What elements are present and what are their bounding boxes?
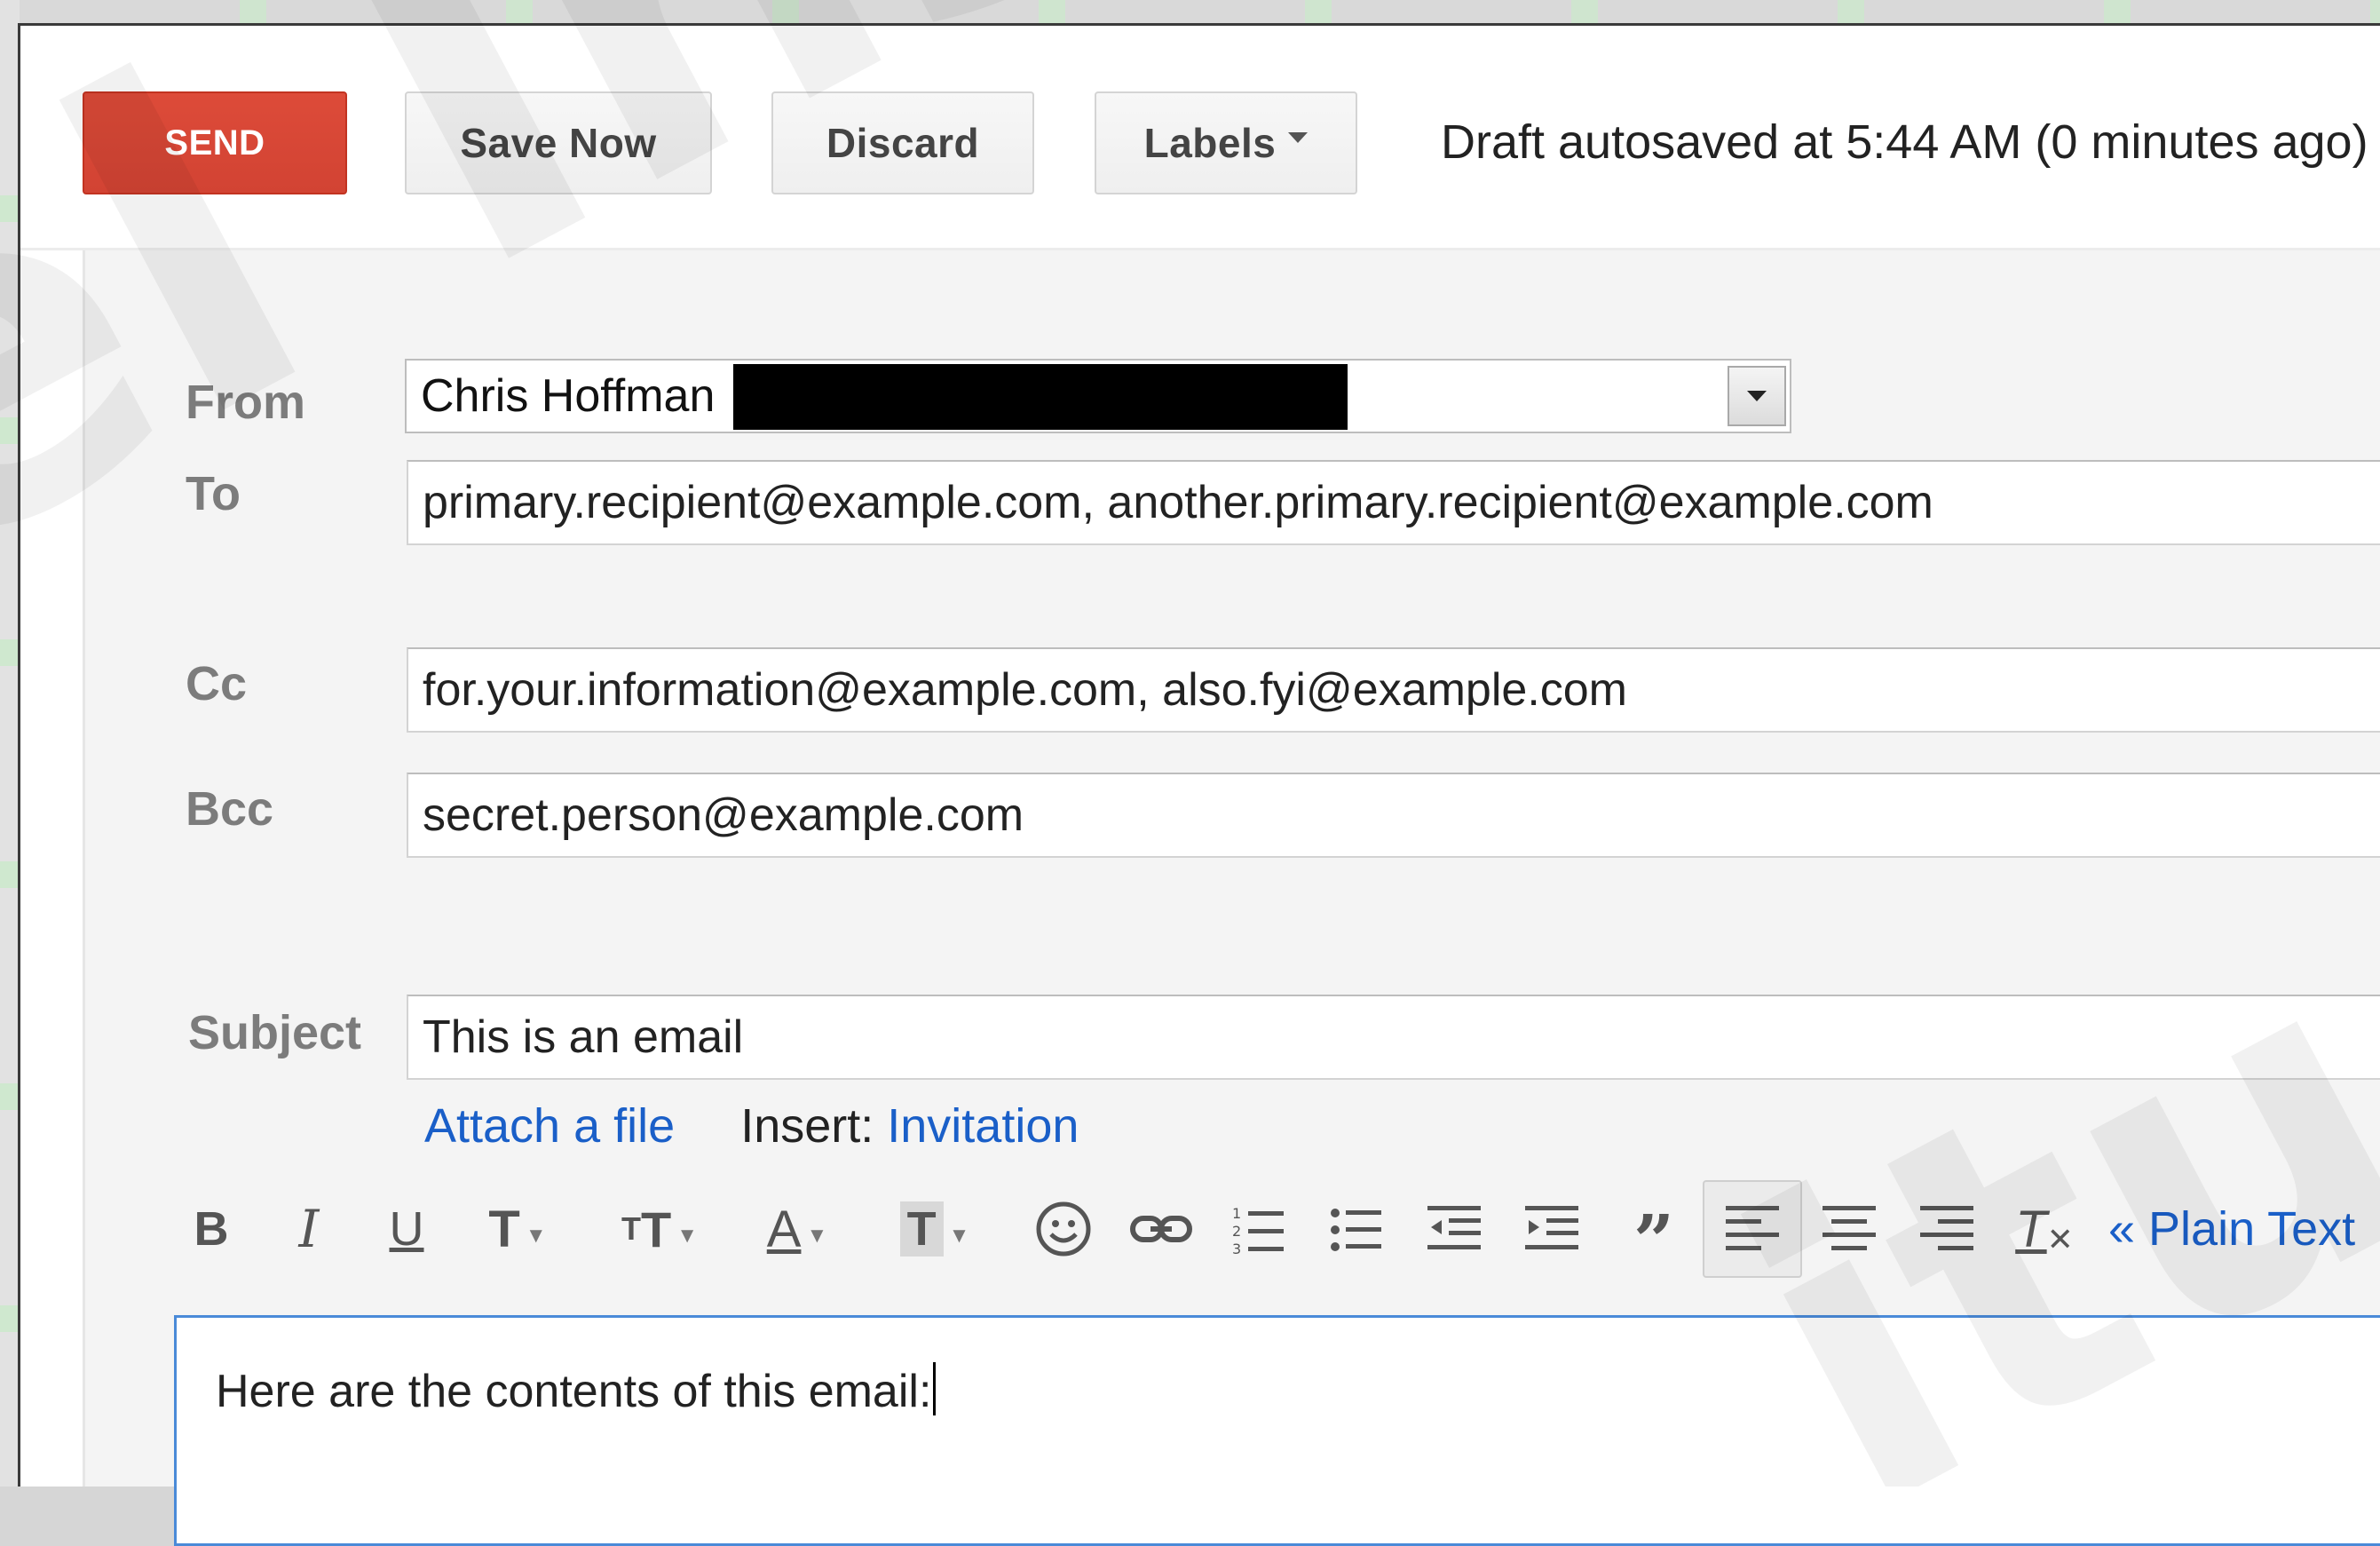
plain-text-link[interactable]: « Plain Text xyxy=(2108,1201,2355,1257)
labels-button[interactable]: Labels xyxy=(1095,91,1357,194)
cc-label: Cc xyxy=(186,657,248,710)
bold-icon[interactable]: B xyxy=(171,1180,251,1278)
send-button[interactable]: SEND xyxy=(83,91,347,194)
compose-toolbar: SEND Save Now Discard Labels Draft autos… xyxy=(20,26,2380,250)
save-now-button[interactable]: Save Now xyxy=(405,91,712,194)
message-body-text: Here are the contents of this email: xyxy=(216,1362,937,1418)
from-select[interactable]: Chris Hoffman xyxy=(405,359,1791,433)
align-center-icon[interactable] xyxy=(1809,1180,1889,1278)
italic-icon[interactable]: I xyxy=(269,1180,349,1278)
insert-label: Insert: xyxy=(740,1099,874,1153)
text-cursor xyxy=(933,1362,937,1415)
attach-file-link[interactable]: Attach a file xyxy=(424,1099,675,1153)
indent-more-icon[interactable] xyxy=(1512,1180,1592,1278)
to-label: To xyxy=(186,467,241,520)
font-size-icon[interactable]: T T ▼ xyxy=(606,1180,713,1278)
svg-text:3: 3 xyxy=(1232,1241,1241,1256)
emoji-icon[interactable] xyxy=(1024,1180,1103,1278)
svg-text:1: 1 xyxy=(1232,1205,1241,1222)
font-icon[interactable]: T ▼ xyxy=(469,1180,566,1278)
link-icon[interactable] xyxy=(1121,1180,1201,1278)
background-edge xyxy=(0,0,20,1487)
bulleted-list-icon[interactable] xyxy=(1317,1180,1396,1278)
svg-text:2: 2 xyxy=(1232,1223,1241,1240)
highlight-icon[interactable]: T ▼ xyxy=(882,1180,988,1278)
from-label: From xyxy=(186,376,305,429)
text-color-icon[interactable]: A ▼ xyxy=(744,1180,850,1278)
formatting-toolbar: B I U T ▼ T T ▼ A ▼ T ▼ 123 ” T ✕ xyxy=(171,1180,2380,1278)
labels-button-label: Labels xyxy=(1143,120,1277,166)
from-value: Chris Hoffman xyxy=(421,370,716,422)
align-left-icon[interactable] xyxy=(1703,1180,1802,1278)
quote-icon[interactable]: ” xyxy=(1614,1180,1694,1278)
subject-label: Subject xyxy=(188,1006,362,1059)
discard-button[interactable]: Discard xyxy=(771,91,1034,194)
autosave-status: Draft autosaved at 5:44 AM (0 minutes ag… xyxy=(1441,115,2368,169)
underline-icon[interactable]: U xyxy=(367,1180,447,1278)
numbered-list-icon[interactable]: 123 xyxy=(1219,1180,1299,1278)
message-body-editor[interactable]: Here are the contents of this email: xyxy=(174,1315,2380,1546)
chevron-down-icon xyxy=(1288,132,1309,143)
invitation-link[interactable]: Invitation xyxy=(887,1099,1079,1153)
subject-field[interactable]: This is an email xyxy=(407,995,2380,1080)
attachment-row: Attach a file Insert: Invitation xyxy=(424,1098,1079,1154)
align-right-icon[interactable] xyxy=(1907,1180,1987,1278)
bcc-field[interactable]: secret.person@example.com xyxy=(407,773,2380,858)
indent-less-icon[interactable] xyxy=(1414,1180,1494,1278)
background-strip xyxy=(0,0,2380,25)
message-body-content: Here are the contents of this email: xyxy=(216,1366,932,1417)
compose-window: SEND Save Now Discard Labels Draft autos… xyxy=(18,23,2380,1546)
compose-form: From Chris Hoffman To primary.recipient@… xyxy=(83,250,2380,1487)
redacted-email xyxy=(733,364,1348,430)
cc-field[interactable]: for.your.information@example.com, also.f… xyxy=(407,647,2380,733)
dropdown-arrow-icon[interactable] xyxy=(1728,366,1786,426)
bcc-label: Bcc xyxy=(186,782,274,836)
to-field[interactable]: primary.recipient@example.com, another.p… xyxy=(407,460,2380,545)
remove-formatting-icon[interactable]: T ✕ xyxy=(2004,1180,2084,1278)
